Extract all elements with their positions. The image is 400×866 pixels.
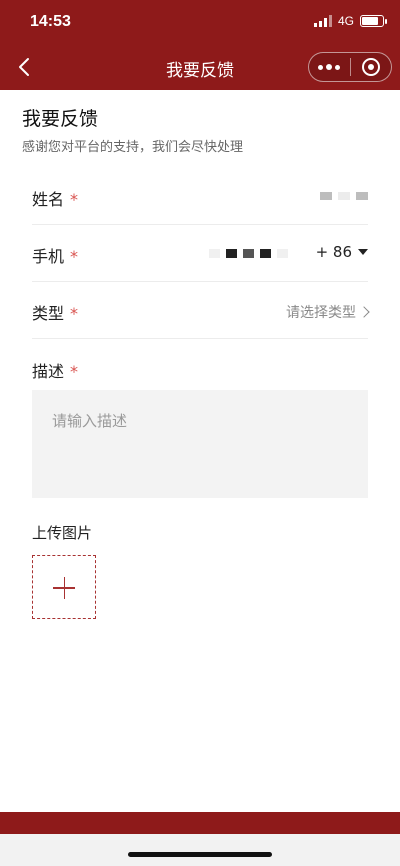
- required-mark: *: [70, 304, 79, 323]
- status-time: 14:53: [30, 13, 71, 30]
- page-title: 我要反馈: [22, 108, 99, 130]
- more-button[interactable]: [309, 53, 350, 81]
- type-label: 类型 *: [32, 304, 79, 323]
- country-code-select[interactable]: + 86: [316, 243, 368, 261]
- name-value-masked[interactable]: [320, 192, 368, 200]
- description-label: 描述 *: [32, 362, 79, 381]
- phone-field-row[interactable]: 手机 * + 86: [32, 225, 368, 282]
- upload-image-button[interactable]: [32, 555, 96, 619]
- battery-icon: [360, 15, 387, 27]
- network-type: 4G: [337, 14, 354, 28]
- required-mark: *: [70, 247, 79, 266]
- home-indicator[interactable]: [128, 852, 272, 857]
- country-code-value: + 86: [315, 243, 352, 261]
- signal-icon: [313, 15, 332, 27]
- phone-label: 手机 *: [32, 247, 79, 266]
- phone-value-masked[interactable]: [209, 249, 288, 258]
- target-circle-icon: [361, 58, 380, 76]
- caret-down-icon: [358, 249, 368, 255]
- chevron-right-icon: [358, 306, 370, 318]
- page-subtitle: 感谢您对平台的支持，我们会尽快处理: [22, 140, 244, 155]
- more-dots-icon: [318, 64, 341, 70]
- mini-program-capsule: [308, 52, 392, 82]
- name-label: 姓名 *: [32, 190, 79, 209]
- type-field-row[interactable]: 类型 * 请选择类型: [32, 282, 370, 339]
- status-bar: 14:53 4G: [0, 0, 400, 44]
- type-placeholder: 请选择类型: [286, 305, 356, 321]
- type-select[interactable]: 请选择类型: [286, 302, 370, 322]
- upload-label: 上传图片: [32, 524, 93, 542]
- description-input[interactable]: [32, 390, 368, 498]
- status-indicators: 4G: [313, 14, 387, 28]
- required-mark: *: [70, 362, 79, 381]
- name-field-row[interactable]: 姓名 *: [32, 168, 368, 225]
- required-mark: *: [70, 190, 79, 209]
- close-mini-program-button[interactable]: [350, 53, 391, 81]
- nav-bar: 我要反馈: [0, 44, 400, 90]
- home-indicator-area: [0, 834, 400, 866]
